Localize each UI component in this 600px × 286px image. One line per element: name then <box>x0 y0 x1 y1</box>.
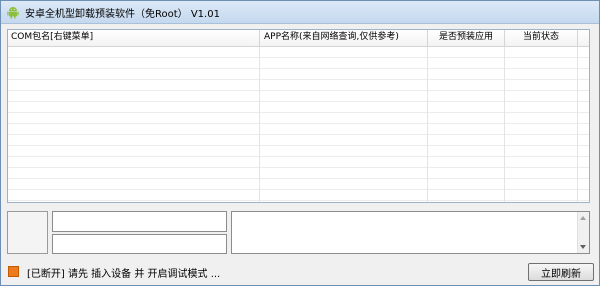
column-divider <box>259 47 260 202</box>
column-divider <box>504 47 505 202</box>
android-icon <box>7 5 19 19</box>
refresh-button[interactable]: 立即刷新 <box>528 263 594 281</box>
column-header-status[interactable]: 当前状态 <box>505 30 578 46</box>
column-divider <box>427 47 428 202</box>
column-divider <box>577 47 578 202</box>
scroll-up-arrow-icon[interactable] <box>580 216 586 220</box>
column-header-filler <box>578 30 589 46</box>
log-scrollbar[interactable] <box>577 212 589 253</box>
scroll-down-arrow-icon[interactable] <box>580 245 586 249</box>
window-title: 安卓全机型卸载预装软件（免Root） V1.01 <box>25 8 220 20</box>
app-list-view[interactable]: COM包名[右键菜单] APP名称(来自网络查询,仅供参考) 是否预装应用 当前… <box>7 29 590 203</box>
list-header: COM包名[右键菜单] APP名称(来自网络查询,仅供参考) 是否预装应用 当前… <box>8 30 589 47</box>
column-header-preinstalled[interactable]: 是否预装应用 <box>428 30 505 46</box>
column-header-app-name[interactable]: APP名称(来自网络查询,仅供参考) <box>260 30 428 46</box>
device-info-field-2[interactable] <box>52 234 227 254</box>
list-body[interactable] <box>8 47 589 202</box>
disconnected-status-icon <box>8 266 19 277</box>
title-bar: 安卓全机型卸载预装软件（免Root） V1.01 <box>1 1 599 24</box>
app-window: 安卓全机型卸载预装软件（免Root） V1.01 COM包名[右键菜单] APP… <box>0 0 600 286</box>
connection-status-text: [已断开] 请先 插入设备 并 开启调试模式 ... <box>27 269 221 280</box>
column-header-package[interactable]: COM包名[右键菜单] <box>8 30 260 46</box>
log-textarea[interactable] <box>231 211 590 254</box>
device-info-field-1[interactable] <box>52 211 227 232</box>
device-image-panel <box>7 211 48 254</box>
